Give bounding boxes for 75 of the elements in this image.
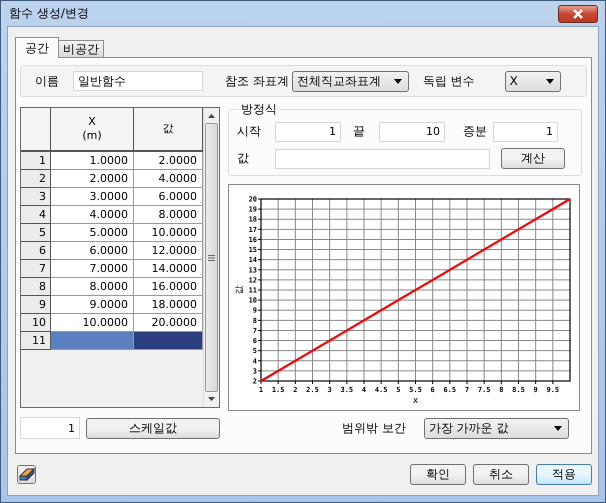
value-label: 값 xyxy=(237,150,250,167)
tab[interactable]: 공간 xyxy=(15,37,59,58)
caret-icon xyxy=(546,78,554,84)
group-title: 방정식 xyxy=(240,101,278,118)
table-cell[interactable] xyxy=(134,332,203,350)
table-cell[interactable]: 6.0000 xyxy=(51,242,134,260)
row-header[interactable]: 7 xyxy=(21,260,51,278)
table-cell[interactable]: 2.0000 xyxy=(134,152,203,170)
row-header[interactable]: 5 xyxy=(21,224,51,242)
grip-icon xyxy=(208,254,215,260)
close-icon xyxy=(572,8,584,18)
table-cell[interactable]: 8.0000 xyxy=(51,278,134,296)
coordinate-system-label: 참조 좌표계 xyxy=(225,72,289,90)
dialog-button[interactable]: 적용 xyxy=(536,464,592,484)
row-header[interactable]: 4 xyxy=(21,206,51,224)
dialog-button[interactable]: 확인 xyxy=(410,464,466,484)
scale-field[interactable]: 1 xyxy=(20,417,80,439)
y-axis-title: 값 xyxy=(235,286,245,294)
row-header[interactable]: 10 xyxy=(21,314,51,332)
x-axis-title: x xyxy=(412,396,418,406)
close-button[interactable] xyxy=(558,4,598,22)
table-cell[interactable]: 6.0000 xyxy=(134,188,203,206)
coordinate-system-dropdown[interactable]: 전체직교좌표계 xyxy=(292,70,409,92)
row-header[interactable]: 2 xyxy=(21,170,51,188)
row-header[interactable]: 6 xyxy=(21,242,51,260)
end-field[interactable]: 10 xyxy=(379,122,445,142)
scroll-up-icon xyxy=(208,114,215,118)
row-header[interactable]: 1 xyxy=(21,152,51,170)
row-header[interactable]: 9 xyxy=(21,296,51,314)
value-field[interactable] xyxy=(275,148,490,168)
name-field[interactable]: 일반함수 xyxy=(73,71,203,91)
row-header[interactable]: 8 xyxy=(21,278,51,296)
independent-variable-label: 독립 변수 xyxy=(422,72,475,90)
start-field[interactable]: 1 xyxy=(275,122,341,142)
window-title: 함수 생성/변경 xyxy=(8,5,90,22)
extrapolation-dropdown[interactable]: 가장 가까운 값 xyxy=(424,418,569,438)
row-header[interactable]: 3 xyxy=(21,188,51,206)
eraser-button[interactable] xyxy=(17,464,36,484)
table-cell[interactable]: 18.0000 xyxy=(134,296,203,314)
table-cell[interactable]: 20.0000 xyxy=(134,314,203,332)
independent-variable-dropdown[interactable]: X xyxy=(504,70,561,92)
step-label: 증분 xyxy=(462,123,488,140)
table-cell[interactable]: 10.0000 xyxy=(51,314,134,332)
table-cell[interactable]: 16.0000 xyxy=(134,278,203,296)
table-cell[interactable]: 4.0000 xyxy=(51,206,134,224)
table-cell[interactable] xyxy=(51,332,134,350)
table-cell[interactable]: 3.0000 xyxy=(51,188,134,206)
dialog-button[interactable]: 취소 xyxy=(473,464,529,484)
table-cell[interactable]: 1.0000 xyxy=(51,152,134,170)
extrapolation-label: 범위밖 보간 xyxy=(342,420,406,436)
table-cell[interactable]: 9.0000 xyxy=(51,296,134,314)
table-cell[interactable]: 5.0000 xyxy=(51,224,134,242)
table-cell[interactable]: 14.0000 xyxy=(134,260,203,278)
column-header[interactable]: 값 xyxy=(134,108,203,152)
table-cell[interactable]: 8.0000 xyxy=(134,206,203,224)
scroll-thumb[interactable] xyxy=(205,123,218,392)
end-label: 끝 xyxy=(352,123,366,140)
eraser-icon xyxy=(18,467,34,481)
tab[interactable]: 비공간 xyxy=(58,40,104,57)
table-cell[interactable]: 2.0000 xyxy=(51,170,134,188)
row-header[interactable]: 11 xyxy=(21,332,51,350)
caret-icon xyxy=(394,78,402,84)
scrollbar[interactable] xyxy=(203,108,219,407)
table-cell[interactable]: 4.0000 xyxy=(134,170,203,188)
scroll-down-icon xyxy=(208,397,215,401)
start-label: 시작 xyxy=(237,123,262,140)
step-field[interactable]: 1 xyxy=(493,122,558,142)
calculate-button[interactable]: 계산 xyxy=(501,148,565,169)
name-label: 이름 xyxy=(35,72,59,90)
scale-button[interactable]: 스케일값 xyxy=(86,418,220,438)
table-cell[interactable]: 10.0000 xyxy=(134,224,203,242)
table-cell[interactable]: 12.0000 xyxy=(134,242,203,260)
table-cell[interactable]: 7.0000 xyxy=(51,260,134,278)
caret-icon xyxy=(554,426,562,430)
column-header[interactable]: X (m) xyxy=(51,108,134,152)
